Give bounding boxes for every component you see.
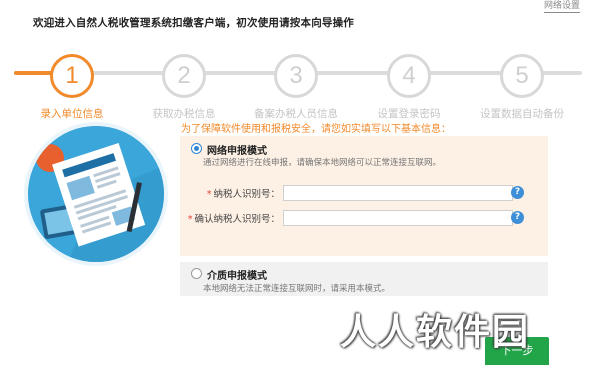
help-icon[interactable]: ? bbox=[511, 211, 524, 224]
step-number: 1 bbox=[50, 54, 94, 98]
step-3: 3 备案办税人员信息 bbox=[241, 48, 351, 121]
network-mode-description: 通过网络进行在线申报，请确保本地网络可以正常连接互联网。 bbox=[203, 158, 442, 168]
page-title: 欢迎进入自然人税收管理系统扣缴客户端，初次使用请按本向导操作 bbox=[33, 17, 354, 29]
newspaper-icon bbox=[28, 126, 164, 262]
step-label: 获取办税信息 bbox=[152, 108, 216, 120]
step-label: 备案办税人员信息 bbox=[254, 108, 338, 120]
confirm-taxpayer-id-input[interactable] bbox=[283, 210, 513, 226]
taxpayer-id-label-text: 纳税人识别号： bbox=[213, 189, 280, 200]
step-label: 录入单位信息 bbox=[40, 108, 104, 120]
step-number: 3 bbox=[274, 54, 318, 98]
header: 网络设置 欢迎进入自然人税收管理系统扣缴客户端，初次使用请按本向导操作 bbox=[0, 0, 600, 44]
wizard-stepper: 1 录入单位信息 2 获取办税信息 3 备案办税人员信息 4 设置登录密码 5 … bbox=[0, 48, 600, 120]
step-number: 4 bbox=[387, 54, 431, 98]
network-mode-radio[interactable] bbox=[191, 143, 202, 154]
media-mode-description: 本地网络无法正常连接互联网时，请采用本模式。 bbox=[203, 284, 391, 294]
network-mode-panel: 网络申报模式 通过网络进行在线申报，请确保本地网络可以正常连接互联网。 * 纳税人… bbox=[180, 136, 548, 256]
taxpayer-id-label: * 纳税人识别号： bbox=[180, 186, 280, 200]
step-number: 5 bbox=[500, 54, 544, 98]
step-5: 5 设置数据自动备份 bbox=[467, 48, 577, 121]
help-icon[interactable]: ? bbox=[511, 186, 524, 199]
media-mode-panel: 介质申报模式 本地网络无法正常连接互联网时，请采用本模式。 bbox=[180, 262, 548, 296]
document-illustration bbox=[28, 126, 164, 262]
step-number: 2 bbox=[162, 54, 206, 98]
media-mode-radio[interactable] bbox=[191, 268, 202, 279]
step-2: 2 获取办税信息 bbox=[129, 48, 239, 121]
confirm-taxpayer-id-label-text: 确认纳税人识别号： bbox=[194, 214, 280, 225]
confirm-taxpayer-id-label: * 确认纳税人识别号： bbox=[180, 211, 280, 225]
network-mode-title: 网络申报模式 bbox=[207, 146, 267, 157]
step-1: 1 录入单位信息 bbox=[17, 48, 127, 121]
taxpayer-id-input[interactable] bbox=[283, 185, 513, 201]
next-button[interactable]: 下一步 bbox=[485, 337, 549, 365]
instruction-text: 为了保障软件使用和报税安全，请您如实填写以下基本信息： bbox=[181, 124, 451, 135]
required-marker: * bbox=[187, 214, 193, 225]
step-label: 设置数据自动备份 bbox=[480, 108, 564, 120]
network-settings-link[interactable]: 网络设置 bbox=[543, 1, 580, 13]
step-4: 4 设置登录密码 bbox=[354, 48, 464, 121]
required-marker: * bbox=[206, 189, 212, 200]
media-mode-title: 介质申报模式 bbox=[207, 271, 267, 282]
step-label: 设置登录密码 bbox=[377, 108, 441, 120]
